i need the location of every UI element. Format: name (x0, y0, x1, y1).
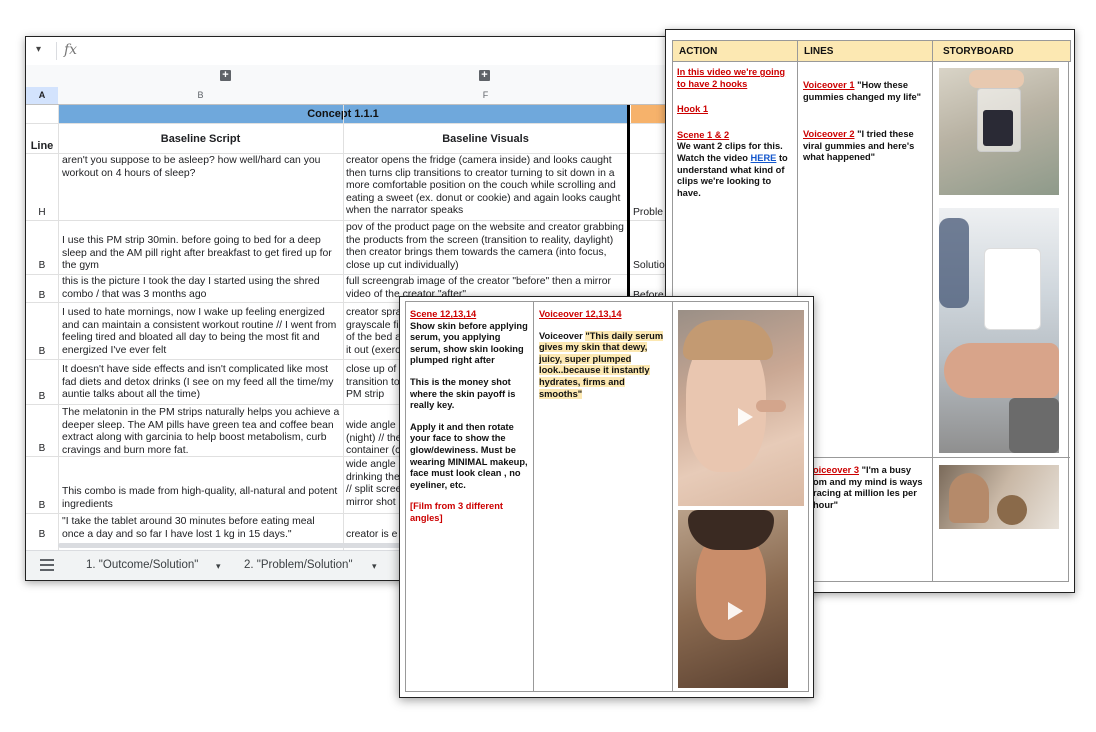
person-shape (949, 473, 989, 523)
grid-line (58, 105, 59, 575)
column-group-row: + + (26, 65, 676, 88)
lines-header: LINES (804, 46, 834, 57)
hair-shape (688, 510, 774, 550)
script-cell[interactable]: This combo is made from high-quality, al… (62, 486, 340, 513)
expand-group-icon[interactable]: + (479, 70, 490, 81)
scene-direction-cell: Scene 12,13,14 Show skin before applying… (410, 309, 530, 525)
hand-dropper-shape (756, 400, 786, 412)
plant-shape (939, 218, 969, 308)
row-line-label: H (38, 207, 46, 218)
scene-document: Scene 12,13,14 Show skin before applying… (399, 296, 814, 698)
scene-voiceover-cell: Voiceover 12,13,14 Voiceover "This daily… (539, 309, 667, 400)
grid-line (343, 105, 344, 575)
line-header: Line (30, 140, 54, 152)
script-cell[interactable]: It doesn't have side effects and isn't c… (62, 364, 340, 404)
visuals-cell[interactable]: creator spra grayscale fi of the bed a i… (346, 307, 404, 359)
child-shape (997, 495, 1027, 525)
grid-line (26, 123, 676, 124)
hair-shape (683, 320, 773, 360)
scene-description: We want 2 clips for this. Watch the vide… (677, 141, 788, 198)
video-thumbnail-serum-1[interactable] (678, 310, 804, 506)
script-cell[interactable]: The melatonin in the PM strips naturally… (62, 407, 340, 456)
direction-text: This is the money shot where the skin pa… (410, 376, 516, 411)
script-cell[interactable]: I used to hate mornings, now I wake up f… (62, 307, 340, 359)
column-header-f[interactable]: F (343, 90, 628, 100)
direction-text: Apply it and then rotate your face to sh… (410, 421, 528, 490)
formula-bar: ▾ fx (26, 37, 676, 66)
voiceover-text: Voiceover "This daily serum gives my ski… (539, 330, 664, 399)
column-header-b[interactable]: B (58, 90, 343, 100)
row-line-label: B (38, 529, 46, 540)
action-header: ACTION (679, 46, 718, 57)
action-cell: In this video we're going to have 2 hook… (677, 67, 793, 199)
scene-label: Scene 12,13,14 (410, 309, 477, 319)
expand-group-icon[interactable]: + (220, 70, 231, 81)
table-divider (672, 301, 673, 692)
pillow-shape (1009, 398, 1059, 453)
row-divider (797, 457, 1070, 458)
storyboard-image-gummies-jar (939, 68, 1059, 195)
column-headers: A B F (26, 87, 676, 105)
chevron-down-icon[interactable]: ▾ (216, 561, 221, 572)
visuals-cell[interactable]: creator opens the fridge (camera inside)… (346, 155, 624, 219)
visuals-header: Baseline Visuals (442, 133, 529, 145)
script-cell[interactable]: "I take the tablet around 30 minutes bef… (62, 516, 340, 543)
column-header-a[interactable]: A (26, 87, 58, 104)
hand-shape (969, 70, 1024, 88)
video-thumbnail-serum-2[interactable] (678, 510, 788, 688)
video-link[interactable]: HERE (751, 153, 777, 163)
chevron-down-icon[interactable]: ▾ (372, 561, 377, 572)
script-cell[interactable]: aren't you suppose to be asleep? how wel… (62, 155, 340, 219)
script-header: Baseline Script (160, 133, 241, 145)
film-note: [Film from 3 different angles] (410, 501, 503, 523)
all-sheets-menu-icon[interactable] (40, 559, 54, 574)
row-line-label: B (38, 443, 46, 454)
hand-shape (944, 343, 1059, 398)
visuals-cell[interactable]: creator is e (346, 529, 404, 543)
grid-line (26, 274, 676, 275)
fx-icon: fx (64, 42, 78, 58)
storyboard-image-hand-product (939, 208, 1059, 453)
row-line-label: B (38, 260, 46, 271)
visuals-cell[interactable]: close up of transition to PM strip (346, 364, 404, 404)
direction-text: Show skin before applying serum, you app… (410, 320, 528, 366)
voiceover-3: oiceover 3 "I'm a busy om and my mind is… (813, 465, 923, 510)
voiceover-2: Voiceover 2 "I tried these viral gummies… (803, 129, 915, 163)
voiceover-label: Voiceover 12,13,14 (539, 309, 622, 319)
row-line-label: B (38, 346, 46, 357)
row-line-label: B (38, 290, 46, 301)
storyboard-header-row: ACTION LINES STORYBOARD (672, 40, 1071, 62)
action-intro: In this video we're going to have 2 hook… (677, 67, 786, 89)
row-line-label: B (38, 500, 46, 511)
tab-problem-solution[interactable]: 2. "Problem/Solution" (244, 559, 353, 571)
visuals-cell[interactable]: wide angle (night) // the container (c (346, 420, 404, 456)
visuals-cell[interactable]: wide angle drinking the // split scree m… (346, 459, 404, 513)
table-divider (932, 40, 933, 582)
name-box-dropdown[interactable]: ▾ (36, 44, 41, 55)
product-bottle-shape (984, 248, 1041, 330)
script-cell[interactable]: this is the picture I took the day I sta… (62, 276, 340, 302)
hook-label: Hook 1 (677, 104, 708, 115)
grid-line (26, 153, 676, 154)
divider (56, 42, 57, 60)
script-cell[interactable]: I use this PM strip 30min. before going … (62, 235, 340, 273)
tab-outcome-solution[interactable]: 1. "Outcome/Solution" (86, 559, 198, 571)
play-icon[interactable] (738, 408, 753, 426)
visuals-cell[interactable]: pov of the product page on the website a… (346, 222, 624, 273)
storyboard-header: STORYBOARD (943, 46, 1014, 57)
gummies-shape (983, 110, 1013, 146)
grid-line (26, 220, 676, 221)
table-divider (533, 301, 534, 692)
play-icon[interactable] (728, 602, 743, 620)
scene-label: Scene 1 & 2 (677, 129, 730, 140)
storyboard-image-mom (939, 465, 1059, 529)
voiceover-1: Voiceover 1 "How these gummies changed m… (803, 80, 922, 102)
row-line-label: B (38, 391, 46, 402)
